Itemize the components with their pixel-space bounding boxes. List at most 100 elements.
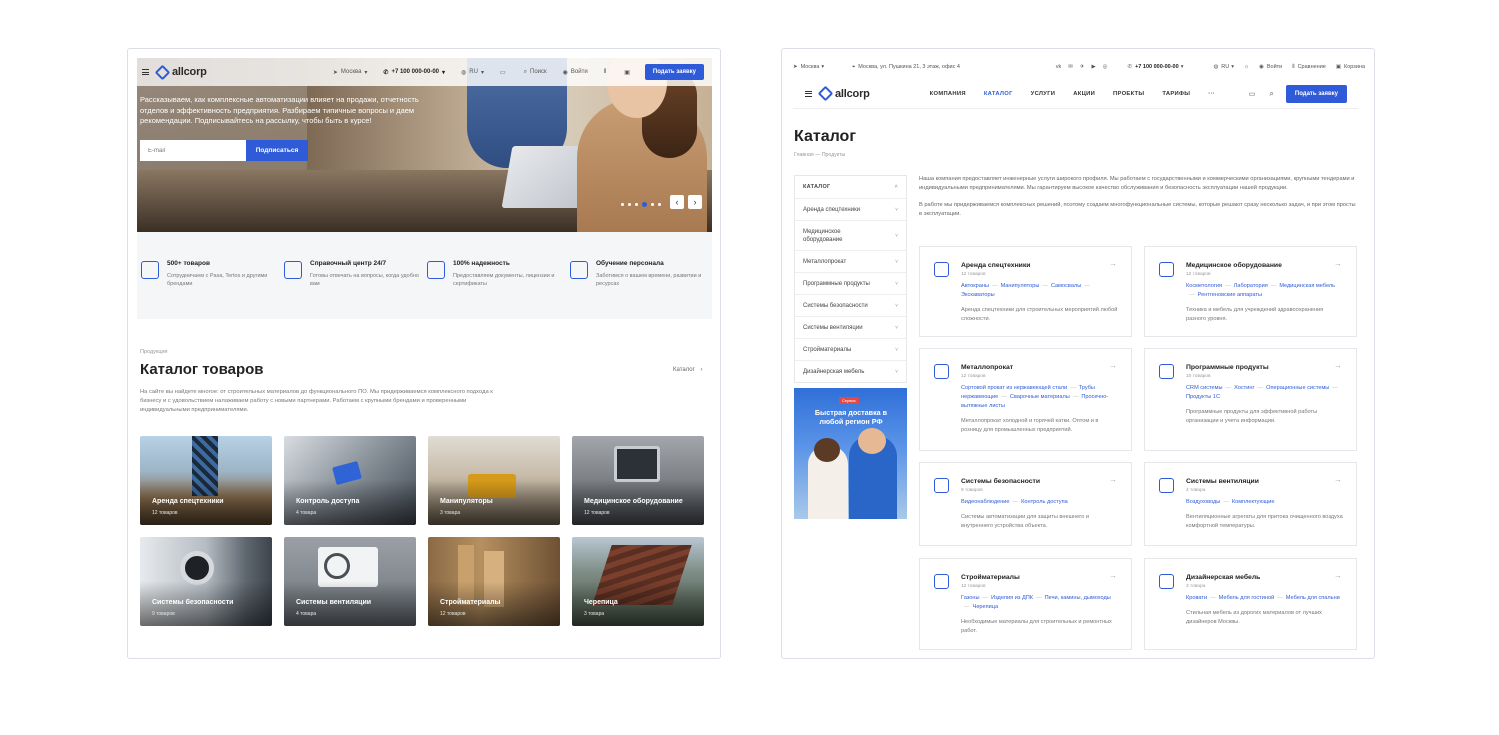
category-tile[interactable]: Стройматериалы 12 товаров [428, 537, 560, 626]
subcategory-link[interactable]: Операционные системы [1266, 385, 1329, 391]
category-tile[interactable]: Системы безопасности 9 товаров [140, 537, 272, 626]
catalog-link[interactable]: Каталог › [673, 367, 702, 373]
compare-link[interactable]: Сравнение [1298, 64, 1326, 70]
category-card[interactable]: → Металлопрокат 12 товаров Сортовой прокат … [919, 348, 1132, 451]
odnoklassniki-icon[interactable]: ◎ [1103, 64, 1108, 70]
nav-item-services[interactable]: УСЛУГИ [1031, 91, 1056, 97]
sidebar-item[interactable]: Системы вентиляции ˅ [795, 316, 906, 338]
arrow-right-icon[interactable]: → [1334, 475, 1342, 484]
subcategory-link[interactable]: Кровати [1186, 595, 1207, 601]
arrow-right-icon[interactable]: → [1334, 571, 1342, 580]
logo[interactable]: allcorp [817, 85, 870, 102]
subcategory-link[interactable]: Сварочные материалы [1010, 394, 1070, 400]
card-title[interactable]: Медицинское оборудование [1186, 262, 1344, 269]
category-tile[interactable]: Аренда спецтехники 12 товаров [140, 436, 272, 525]
category-tile[interactable]: Системы вентиляции 4 товара [284, 537, 416, 626]
subcategory-link[interactable]: Манипуляторы [1001, 283, 1040, 289]
subcategory-link[interactable]: Лаборатория [1234, 283, 1268, 289]
breadcrumb[interactable]: Главная — Продукты [794, 152, 845, 158]
subcategory-link[interactable]: Воздуховоды [1186, 499, 1220, 505]
subcategory-link[interactable]: Комплектующие [1232, 499, 1275, 505]
login-link[interactable]: Войти [1267, 64, 1282, 70]
telegram-icon[interactable]: ✈ [1080, 64, 1085, 70]
subcategory-link[interactable]: Хостинг [1234, 385, 1254, 391]
category-card[interactable]: → Системы вентиляции 4 товара Воздуховоды — К… [1144, 462, 1357, 546]
subcategory-link[interactable]: Продукты 1С [1186, 394, 1220, 400]
theme-toggle-icon[interactable]: ☼ [1244, 64, 1249, 70]
language-selector[interactable]: RU [1221, 64, 1229, 70]
card-title[interactable]: Дизайнерская мебель [1186, 574, 1344, 581]
subcategory-link[interactable]: Мебель для спальни [1286, 595, 1340, 601]
nav-item-more[interactable]: ··· [1208, 91, 1215, 97]
slider-next-button[interactable]: › [688, 195, 702, 209]
subcategory-link[interactable]: Косметология [1186, 283, 1222, 289]
nav-item-projects[interactable]: ПРОЕКТЫ [1113, 91, 1144, 97]
subcategory-link[interactable]: Газоны [961, 595, 980, 601]
vk-icon[interactable]: vk [1056, 64, 1062, 70]
sidebar-item[interactable]: Металлопрокат ˅ [795, 250, 906, 272]
nav-item-promotions[interactable]: АКЦИИ [1073, 91, 1095, 97]
category-card[interactable]: → Дизайнерская мебель 3 товара Кровати — Мебе… [1144, 558, 1357, 650]
category-card[interactable]: → Системы безопасности 9 товаров Видеонаблю… [919, 462, 1132, 546]
social-icon[interactable]: ✉ [1068, 64, 1073, 70]
subcategory-link[interactable]: Черепица [973, 604, 999, 610]
burger-menu-icon[interactable] [805, 89, 812, 98]
arrow-right-icon[interactable]: → [1109, 475, 1117, 484]
cart-link[interactable]: Корзина [1344, 64, 1365, 70]
slider-dot[interactable] [621, 203, 624, 206]
card-title[interactable]: Системы вентиляции [1186, 478, 1344, 485]
nav-item-company[interactable]: КОМПАНИЯ [930, 91, 966, 97]
search-button[interactable]: ⌕ Поиск [524, 69, 547, 76]
slider-dot-active[interactable] [642, 202, 647, 207]
arrow-right-icon[interactable]: → [1109, 361, 1117, 370]
card-title[interactable]: Системы безопасности [961, 478, 1119, 485]
arrow-right-icon[interactable]: → [1109, 259, 1117, 268]
arrow-right-icon[interactable]: → [1109, 571, 1117, 580]
card-title[interactable]: Стройматериалы [961, 574, 1119, 581]
category-tile[interactable]: Черепица 3 товара [572, 537, 704, 626]
language-selector[interactable]: ◍ RU ▾ [461, 69, 484, 76]
subcategory-link[interactable]: Контроль доступа [1021, 499, 1068, 505]
youtube-icon[interactable]: ▶ [1091, 64, 1095, 70]
category-card[interactable]: → Аренда спецтехники 12 товаров Автокраны — М… [919, 246, 1132, 337]
subcategory-link[interactable]: Видеонаблюдение [961, 499, 1010, 505]
request-button[interactable]: Подать заявку [644, 64, 704, 80]
login-button[interactable]: ◉ Войти [563, 69, 588, 76]
book-icon[interactable]: ▭ [500, 69, 506, 76]
book-icon[interactable]: ▭ [1249, 90, 1256, 98]
card-title[interactable]: Металлопрокат [961, 364, 1119, 371]
phone-number[interactable]: +7 100 000-00-00 [1135, 64, 1179, 70]
card-title[interactable]: Программные продукты [1186, 364, 1344, 371]
arrow-right-icon[interactable]: → [1334, 259, 1342, 268]
category-card[interactable]: → Медицинское оборудование 12 товаров Косме… [1144, 246, 1357, 337]
subcategory-link[interactable]: Мебель для гостиной [1219, 595, 1275, 601]
sidebar-header[interactable]: КАТАЛОГ ˄ [795, 176, 906, 198]
slider-dot[interactable] [628, 203, 631, 206]
sidebar-item[interactable]: Аренда спецтехники ˅ [795, 198, 906, 220]
sidebar-item[interactable]: Стройматериалы ˅ [795, 338, 906, 360]
compare-icon[interactable]: ⫴ [604, 69, 607, 76]
category-tile[interactable]: Манипуляторы 3 товара [428, 436, 560, 525]
nav-item-catalog[interactable]: КАТАЛОГ [984, 91, 1013, 97]
category-card[interactable]: → Стройматериалы 12 товаров Газоны — Изделия … [919, 558, 1132, 650]
card-title[interactable]: Аренда спецтехники [961, 262, 1119, 269]
subcategory-link[interactable]: Самосвалы [1051, 283, 1081, 289]
city-selector[interactable]: Москва [801, 64, 820, 70]
logo[interactable]: allcorp [154, 64, 207, 80]
slider-dot[interactable] [635, 203, 638, 206]
slider-dot[interactable] [658, 203, 661, 206]
slider-prev-button[interactable]: ‹ [670, 195, 684, 209]
subcategory-link[interactable]: Изделия из ДПК [991, 595, 1033, 601]
search-icon[interactable]: ⌕ [1269, 89, 1273, 99]
email-input[interactable] [140, 140, 246, 161]
sidebar-item[interactable]: Системы безопасности ˅ [795, 294, 906, 316]
subcategory-link[interactable]: Рентгеновские аппараты [1198, 292, 1262, 298]
city-selector[interactable]: ➤ Москва ▾ [333, 69, 368, 76]
category-tile[interactable]: Медицинское оборудование 12 товаров [572, 436, 704, 525]
request-button[interactable]: Подать заявку [1285, 84, 1347, 103]
category-card[interactable]: → Программные продукты 10 товаров CRM систе… [1144, 348, 1357, 451]
arrow-right-icon[interactable]: → [1334, 361, 1342, 370]
phone-selector[interactable]: ✆ +7 100 000-00-00 ▾ [383, 69, 445, 76]
slider-dot[interactable] [651, 203, 654, 206]
subcategory-link[interactable]: Медицинская мебель [1279, 283, 1335, 289]
